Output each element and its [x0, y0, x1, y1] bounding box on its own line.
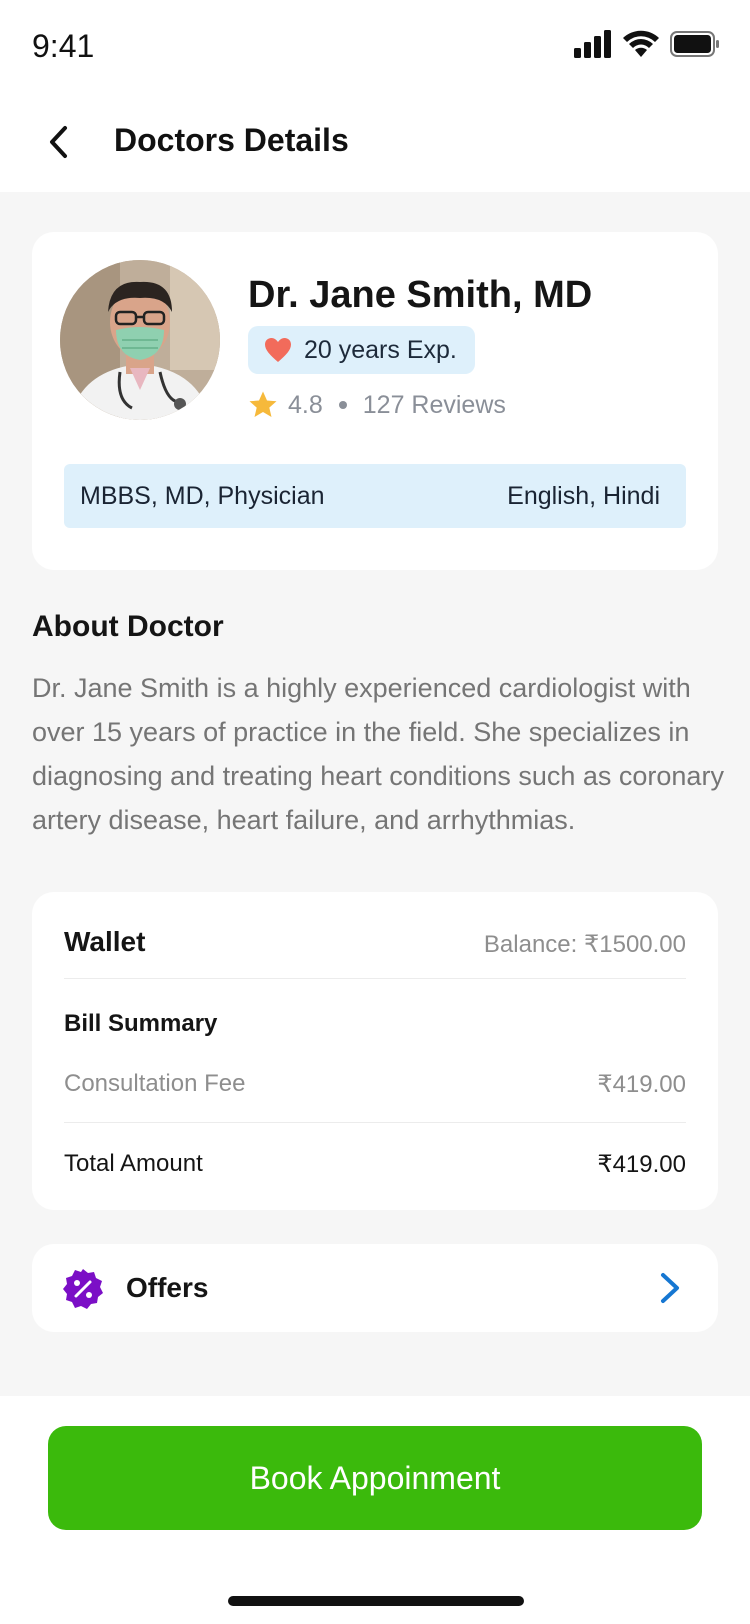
offers-row[interactable]: Offers [32, 1244, 718, 1332]
rating-row: 4.8 127 Reviews [248, 390, 506, 420]
wallet-title: Wallet [64, 926, 146, 957]
chevron-left-icon [50, 126, 67, 158]
discount-badge-icon [63, 1269, 103, 1309]
about-title: About Doctor [32, 610, 224, 643]
reviews-count[interactable]: 127 Reviews [363, 391, 506, 420]
qualifications-text: MBBS, MD, Physician [80, 481, 325, 510]
doctor-avatar [60, 260, 220, 420]
battery-icon [670, 31, 719, 57]
qualifications-bar: MBBS, MD, Physician English, Hindi [64, 464, 686, 528]
status-time: 9:41 [32, 28, 95, 64]
about-text: Dr. Jane Smith is a highly experienced c… [32, 673, 724, 835]
consultation-fee-label: Consultation Fee [64, 1070, 246, 1097]
wallet-balance: Balance: ₹1500.00 [483, 931, 686, 958]
separator-dot [338, 401, 347, 409]
wallet-card: Wallet Balance: ₹1500.00 Bill Summary Co… [32, 892, 718, 1210]
total-amount-label: Total Amount [64, 1150, 203, 1177]
languages-text: English, Hindi [507, 481, 660, 510]
offers-label: Offers [126, 1272, 209, 1303]
book-appointment-button[interactable]: Book Appoinment [48, 1426, 702, 1530]
home-indicator [228, 1596, 524, 1606]
divider [64, 978, 686, 979]
status-icons [574, 30, 720, 58]
rating-value: 4.8 [288, 390, 323, 419]
total-amount-value: ₹419.00 [597, 1151, 686, 1178]
consultation-fee-value: ₹419.00 [597, 1071, 686, 1098]
heart-icon [265, 338, 291, 362]
status-bar: 9:41 [0, 0, 750, 92]
experience-text: 20 years Exp. [304, 335, 457, 364]
bottom-action-area: Book Appoinment [0, 1396, 750, 1624]
app-header: Doctors Details [0, 92, 750, 192]
bill-summary-title: Bill Summary [64, 1010, 218, 1037]
signal-icon [574, 30, 611, 58]
screen: 9:41 Doctors Details Dr. Jane Smith, MD … [0, 0, 750, 1624]
divider [64, 1122, 686, 1123]
back-button[interactable] [36, 114, 80, 170]
chevron-right-icon [661, 1273, 679, 1303]
doctor-name: Dr. Jane Smith, MD [248, 274, 593, 316]
page-title: Doctors Details [114, 122, 349, 158]
wifi-icon [623, 30, 659, 57]
star-icon [249, 391, 277, 417]
doctor-profile-card: Dr. Jane Smith, MD 20 years Exp. 4.8 127… [32, 232, 718, 570]
experience-badge: 20 years Exp. [248, 326, 475, 374]
